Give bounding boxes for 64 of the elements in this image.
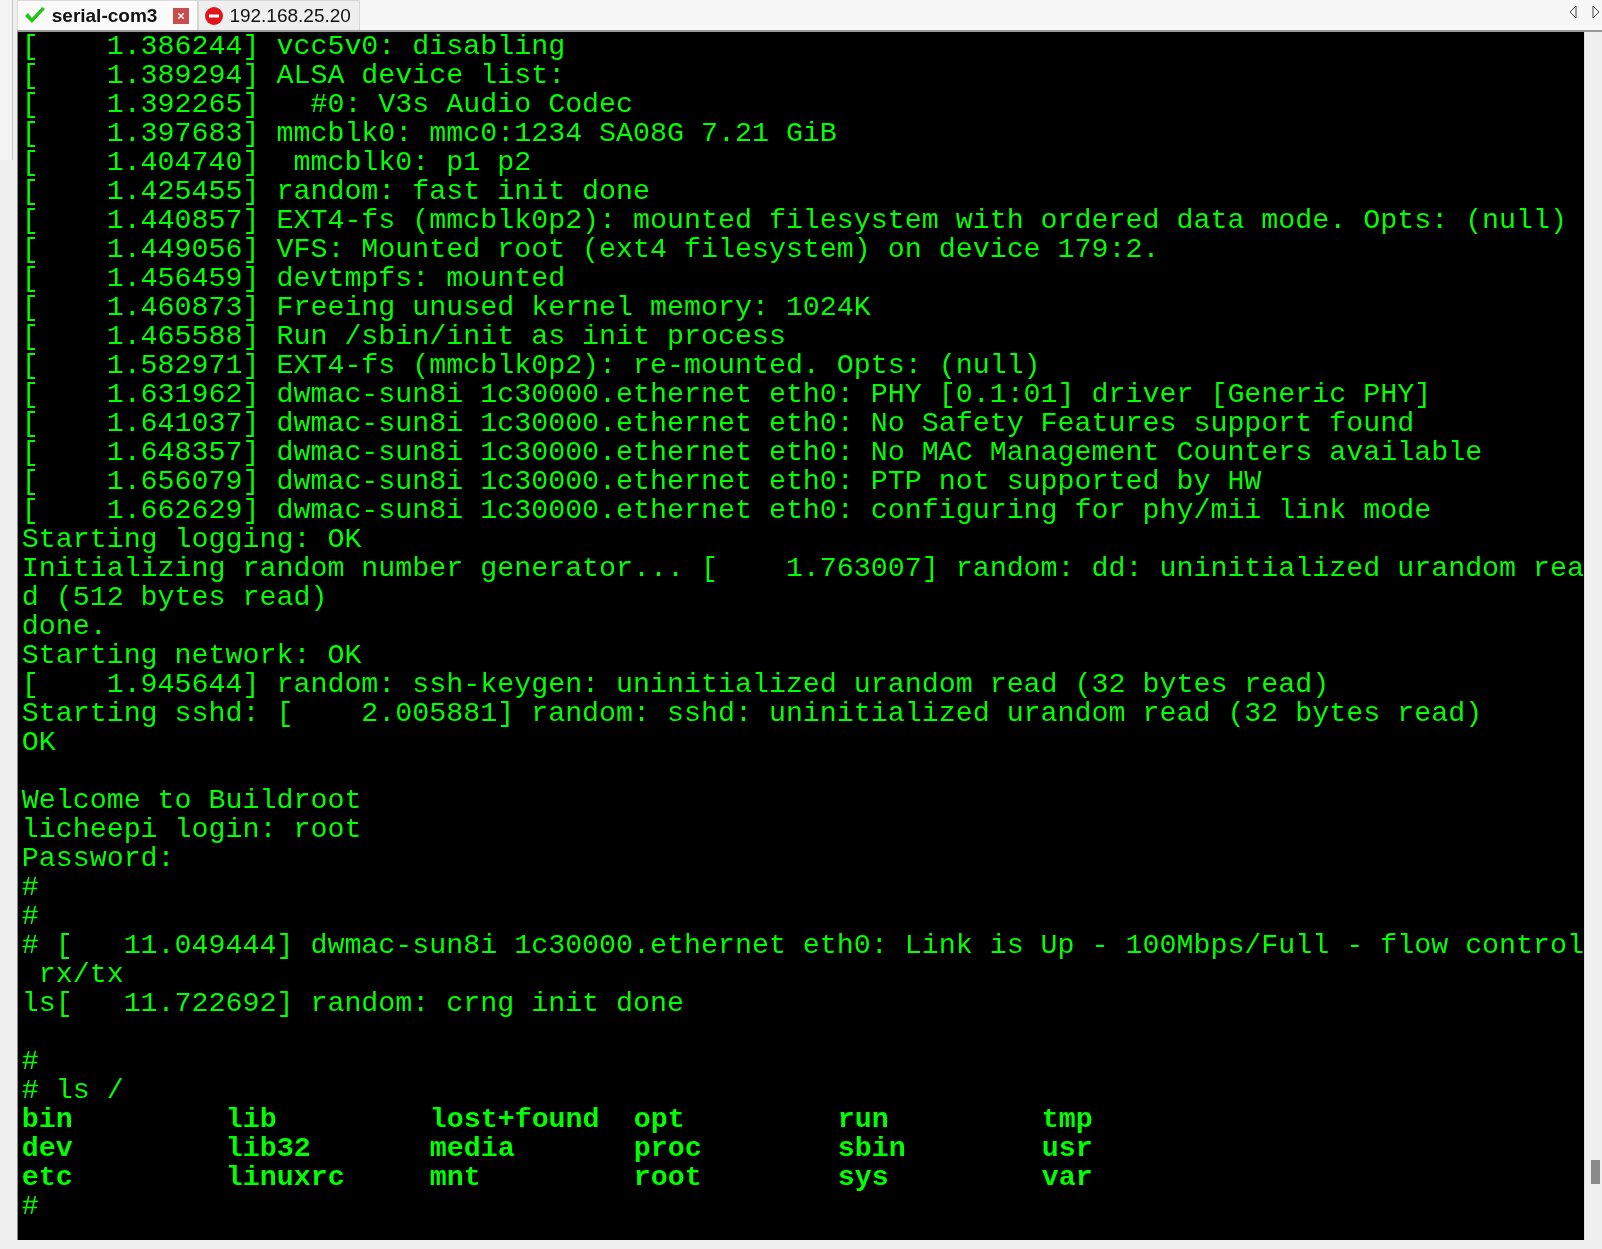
terminal-line: # (21, 1190, 39, 1222)
file-name: root (633, 1161, 702, 1193)
file-name: bin (21, 1103, 73, 1135)
terminal-line: # ls / (21, 1074, 124, 1106)
file-name: dev (21, 1132, 73, 1164)
terminal-line: [ 1.392265] #0: V3s Audio Codec (21, 88, 634, 120)
terminal-line: [ 1.449056] VFS: Mounted root (ext4 filesystem) on device 179:2. (21, 233, 1160, 265)
terminal-line: OK (21, 726, 56, 758)
terminal-line: [ 1.662629] dwmac-sun8i 1c30000.ethernet eth0: configuring for phy/mii link mode (21, 494, 1432, 526)
terminal-line: [ 1.404740] mmcblk0: p1 p2 (21, 146, 532, 178)
scroll-right-icon[interactable] (1592, 5, 1600, 19)
terminal-line: [ 1.456459] devtmpfs: mounted (21, 262, 566, 294)
file-name: lib (225, 1103, 277, 1135)
scroll-left-icon[interactable] (1568, 5, 1578, 19)
terminal-line: # (21, 900, 39, 932)
terminal-line: Starting network: OK (21, 639, 362, 671)
file-name: sys (837, 1161, 889, 1193)
file-name: lib32 (225, 1132, 311, 1164)
terminal-line: Welcome to Buildroot (21, 784, 362, 816)
terminal-line: rx/tx (37, 958, 124, 990)
terminal-line: [ 1.656079] dwmac-sun8i 1c30000.ethernet eth0: PTP not supported by HW (21, 465, 1262, 497)
terminal-line: # (21, 1045, 39, 1077)
terminal-line: licheepi login: root (21, 813, 362, 845)
terminal-line: [ 1.440857] EXT4-fs (mmcblk0p2): mounted filesystem with ordered data mode. Opts: (null) (21, 204, 1567, 236)
terminal-line: [ 1.386244] vcc5v0: disabling (21, 32, 566, 62)
tab[interactable]: serial-com3 (16, 0, 199, 30)
file-name: sbin (837, 1132, 906, 1164)
terminal-line: Starting sshd: [ 2.005881] random: sshd: uninitialized urandom read (32 bytes read) (21, 697, 1483, 729)
terminal-line: [ 1.648357] dwmac-sun8i 1c30000.ethernet eth0: No MAC Management Counters available (21, 436, 1483, 468)
file-name: media (429, 1132, 515, 1164)
terminal-line: # [ 11.049444] dwmac-sun8i 1c30000.ethernet eth0: Link is Up - 100Mbps/Full - flow control (21, 929, 1584, 961)
terminal-line: [ 1.641037] dwmac-sun8i 1c30000.ethernet eth0: No Safety Features support found (21, 407, 1415, 439)
terminal-line: [ 1.389294] ALSA device list: (21, 59, 566, 91)
scrollbar[interactable] (1584, 32, 1602, 1240)
file-name: lost+found (429, 1103, 600, 1135)
terminal-line: Initializing random number generator... [ 1.763007] random: dd: uninitialized urandom rea (21, 552, 1584, 584)
terminal-line: [ 1.460873] Freeing unused kernel memory: 1024K (21, 291, 871, 323)
no-entry-icon (205, 6, 224, 25)
file-name: run (837, 1103, 889, 1135)
terminal-line: [ 1.397683] mmcblk0: mmc0:1234 SA08G 7.21 GiB (21, 117, 837, 149)
check-icon (23, 6, 46, 25)
file-name: usr (1041, 1132, 1093, 1164)
terminal-line: Starting logging: OK (21, 523, 362, 555)
terminal-line: [ 1.465588] Run /sbin/init as init process (21, 320, 786, 352)
file-name: proc (633, 1132, 702, 1164)
terminal-line: d (512 bytes read) (21, 581, 328, 613)
file-name: mnt (429, 1161, 481, 1193)
terminal-line: [ 1.425455] random: fast init done (21, 175, 651, 207)
terminal-line: Password: (21, 842, 175, 874)
file-name: var (1041, 1161, 1093, 1193)
terminal-line: done. (21, 610, 107, 642)
close-icon (178, 12, 185, 19)
file-name: tmp (1041, 1103, 1093, 1135)
file-name: linuxrc (225, 1161, 345, 1193)
close-tab-button[interactable] (173, 7, 190, 24)
terminal-line: ls[ 11.722692] random: crng init done (21, 987, 684, 1019)
terminal-line: [ 1.582971] EXT4-fs (mmcblk0p2): re-mounted. Opts: (null) (21, 349, 1041, 381)
file-name: opt (633, 1103, 685, 1135)
scrollbar-thumb[interactable] (1591, 1160, 1600, 1184)
terminal-line: [ 1.945644] random: ssh-keygen: uninitialized urandom read (32 bytes read) (21, 668, 1330, 700)
terminal-line: # (21, 871, 39, 903)
file-name: etc (21, 1161, 73, 1193)
tab[interactable]: 192.168.25.20 (198, 0, 360, 30)
terminal-line: [ 1.631962] dwmac-sun8i 1c30000.ethernet eth0: PHY [0.1:01] driver [Generic PHY] (21, 378, 1432, 410)
